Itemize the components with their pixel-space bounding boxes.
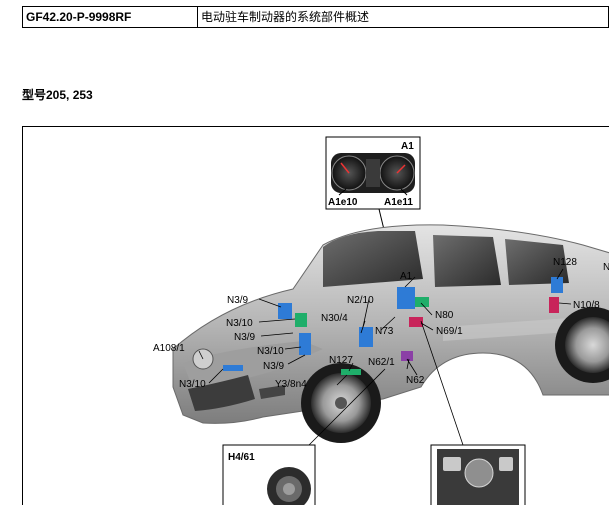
label-n3-10-mid: N3/10 — [257, 346, 284, 357]
label-n10-8: N10/8 — [573, 300, 600, 311]
document-header-table: GF42.20-P-9998RF 电动驻车制动器的系统部件概述 — [22, 6, 609, 28]
label-n30-4: N30/4 — [321, 313, 348, 324]
model-designation: 型号205, 253 — [22, 88, 93, 102]
label-n69-1: N69/1 — [436, 326, 463, 337]
component-n3-10-top — [295, 313, 307, 327]
label-n62: N62 — [406, 375, 425, 386]
document-code: GF42.20-P-9998RF — [23, 7, 198, 27]
label-a1: A1 — [400, 271, 413, 282]
component-n3-10-low — [223, 365, 243, 371]
component-n30-4 — [359, 327, 373, 347]
label-y3-8n4: Y3/8n4 — [275, 379, 307, 390]
component-a1 — [397, 287, 415, 309]
label-n3-9-low: N3/9 — [263, 361, 285, 372]
switch-panel-inset — [430, 444, 526, 505]
label-n2-10: N2/10 — [347, 295, 374, 306]
component-n69-1 — [409, 317, 423, 327]
label-n-cut: N — [603, 262, 609, 273]
component-n80 — [415, 297, 429, 307]
component-overview-figure: A1 A1e10 A1e11 N3/9 N3/10 N3/9 N3/10 N3/… — [22, 126, 609, 505]
label-n3-10-top: N3/10 — [226, 318, 253, 329]
component-n128 — [551, 277, 563, 293]
label-n3-9-mid: N3/9 — [234, 332, 256, 343]
label-a108-1: A108/1 — [153, 343, 185, 354]
label-h4-61: H4/61 — [228, 452, 255, 463]
label-n73: N73 — [375, 326, 394, 337]
component-n127 — [341, 369, 361, 375]
label-n127: N127 — [329, 355, 353, 366]
label-a1e11: A1e11 — [384, 197, 413, 208]
label-n80: N80 — [435, 310, 454, 321]
label-n62-1: N62/1 — [368, 357, 395, 368]
label-n3-9-top: N3/9 — [227, 295, 249, 306]
label-a1e10: A1e10 — [328, 197, 358, 208]
label-n128: N128 — [553, 257, 577, 268]
document-title: 电动驻车制动器的系统部件概述 — [201, 10, 370, 24]
label-a1-inset: A1 — [401, 141, 414, 152]
label-n3-10-low: N3/10 — [179, 379, 206, 390]
component-n3-9-mid — [299, 333, 311, 355]
component-n10-8 — [549, 297, 559, 313]
vehicle-illustration: A1 A1e10 A1e11 N3/9 N3/10 N3/9 N3/10 N3/… — [153, 136, 609, 505]
component-n3-9-top — [278, 303, 292, 319]
